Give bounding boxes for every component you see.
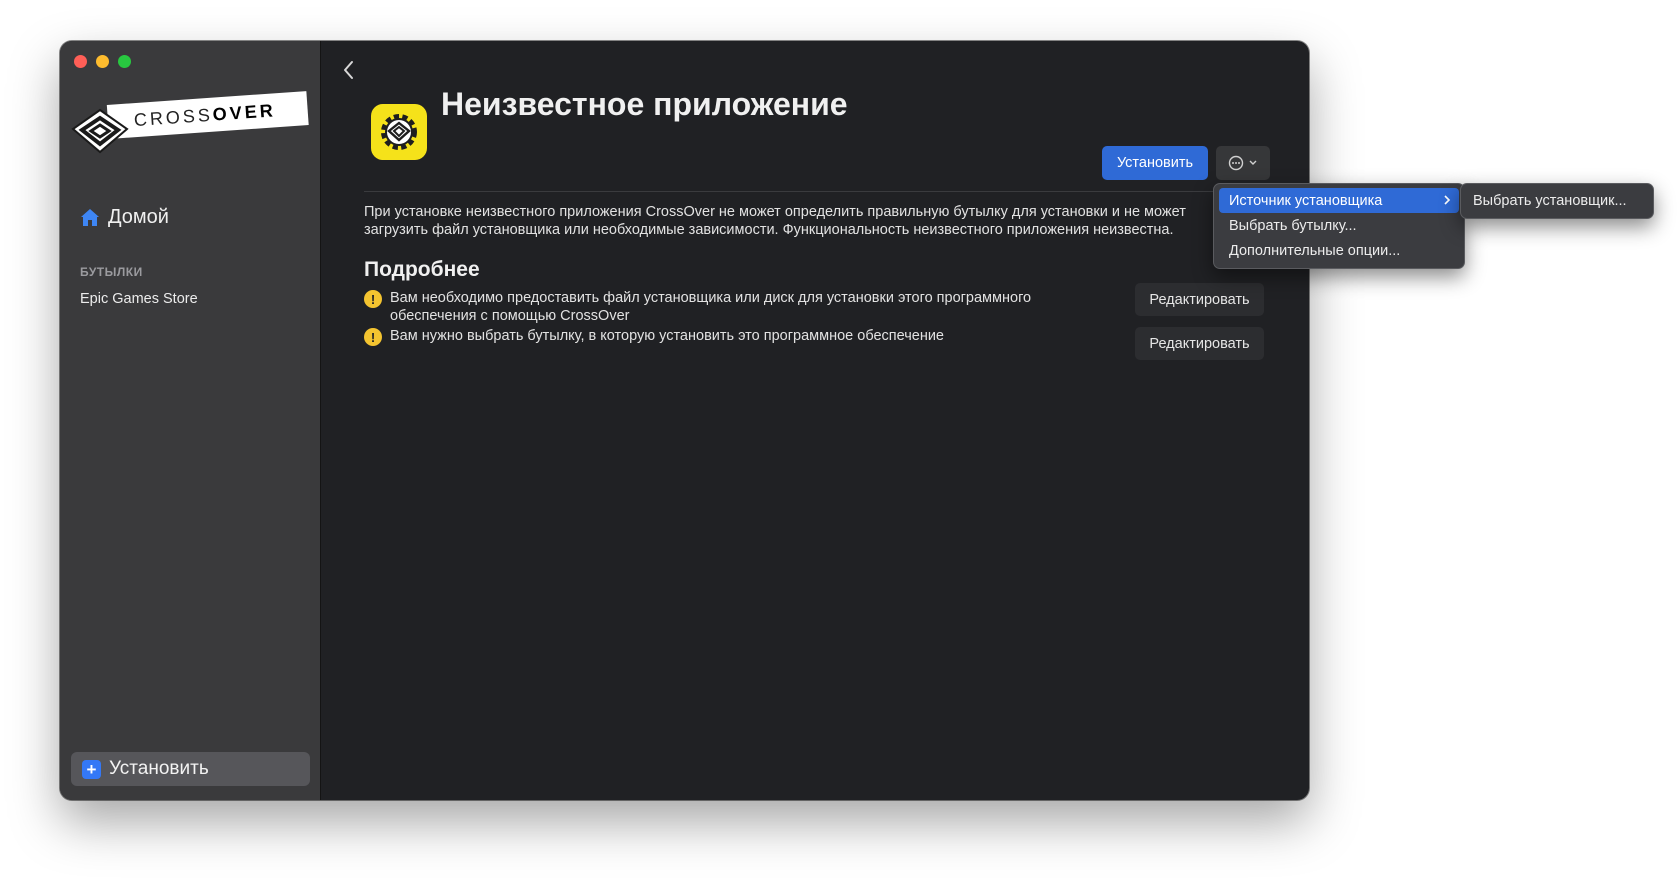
back-chevron-icon[interactable] bbox=[341, 59, 357, 81]
crossover-logo-mark-icon bbox=[71, 108, 129, 154]
requirement-text: Вам нужно выбрать бутылку, в которую уст… bbox=[390, 328, 944, 344]
gear-icon bbox=[381, 114, 417, 150]
menu-item-additional-options[interactable]: Дополнительные опции... bbox=[1219, 238, 1459, 263]
app-window: CROSS OVER Домой БУТЫЛКИ Epic Games Store… bbox=[60, 41, 1309, 800]
warning-icon: ! bbox=[364, 328, 382, 346]
minimize-window-button[interactable] bbox=[96, 55, 109, 68]
requirement-item: ! Вам необходимо предоставить файл устан… bbox=[364, 289, 1090, 325]
sidebar-item-home[interactable]: Домой bbox=[80, 206, 169, 229]
crossover-logo: CROSS OVER bbox=[70, 91, 318, 159]
more-options-button[interactable] bbox=[1216, 146, 1270, 180]
divider bbox=[364, 191, 1268, 192]
chevron-right-icon bbox=[1444, 195, 1451, 205]
warning-icon: ! bbox=[364, 290, 382, 308]
options-menu: Источник установщика Выбрать бутылку... … bbox=[1213, 183, 1465, 269]
submenu-item-label: Выбрать установщик... bbox=[1473, 193, 1627, 209]
sidebar: CROSS OVER Домой БУТЫЛКИ Epic Games Store… bbox=[60, 41, 321, 800]
menu-item-installer-source[interactable]: Источник установщика bbox=[1219, 188, 1459, 213]
close-window-button[interactable] bbox=[74, 55, 87, 68]
description-line: При установке неизвестного приложения Cr… bbox=[364, 204, 1186, 220]
details-heading: Подробнее bbox=[364, 258, 480, 281]
description: При установке неизвестного приложения Cr… bbox=[364, 203, 1214, 239]
plus-icon: + bbox=[82, 759, 101, 779]
sidebar-item-bottle[interactable]: Epic Games Store bbox=[80, 291, 198, 307]
menu-item-choose-bottle[interactable]: Выбрать бутылку... bbox=[1219, 213, 1459, 238]
zoom-window-button[interactable] bbox=[118, 55, 131, 68]
ellipsis-circle-icon bbox=[1228, 155, 1244, 171]
sidebar-section-bottles: БУТЫЛКИ bbox=[80, 265, 143, 279]
chevron-down-icon bbox=[1249, 160, 1257, 165]
app-icon bbox=[371, 104, 427, 160]
edit-button[interactable]: Редактировать bbox=[1135, 283, 1264, 316]
requirement-item: ! Вам нужно выбрать бутылку, в которую у… bbox=[364, 327, 1090, 346]
install-button[interactable]: Установить bbox=[1102, 146, 1208, 180]
home-icon bbox=[81, 209, 99, 226]
sidebar-install-button[interactable]: + Установить bbox=[71, 752, 310, 786]
submenu-choose-installer[interactable]: Выбрать установщик... bbox=[1460, 183, 1654, 219]
description-line: загрузить файл установщика или необходим… bbox=[364, 222, 1174, 238]
page-title: Неизвестное приложение bbox=[441, 86, 848, 122]
edit-button[interactable]: Редактировать bbox=[1135, 327, 1264, 360]
sidebar-item-home-label: Домой bbox=[108, 206, 169, 228]
requirement-text: Вам необходимо предоставить файл установ… bbox=[390, 290, 1032, 324]
sidebar-install-label: Установить bbox=[109, 758, 209, 779]
main-content: Неизвестное приложение Установить При ус… bbox=[321, 41, 1309, 800]
